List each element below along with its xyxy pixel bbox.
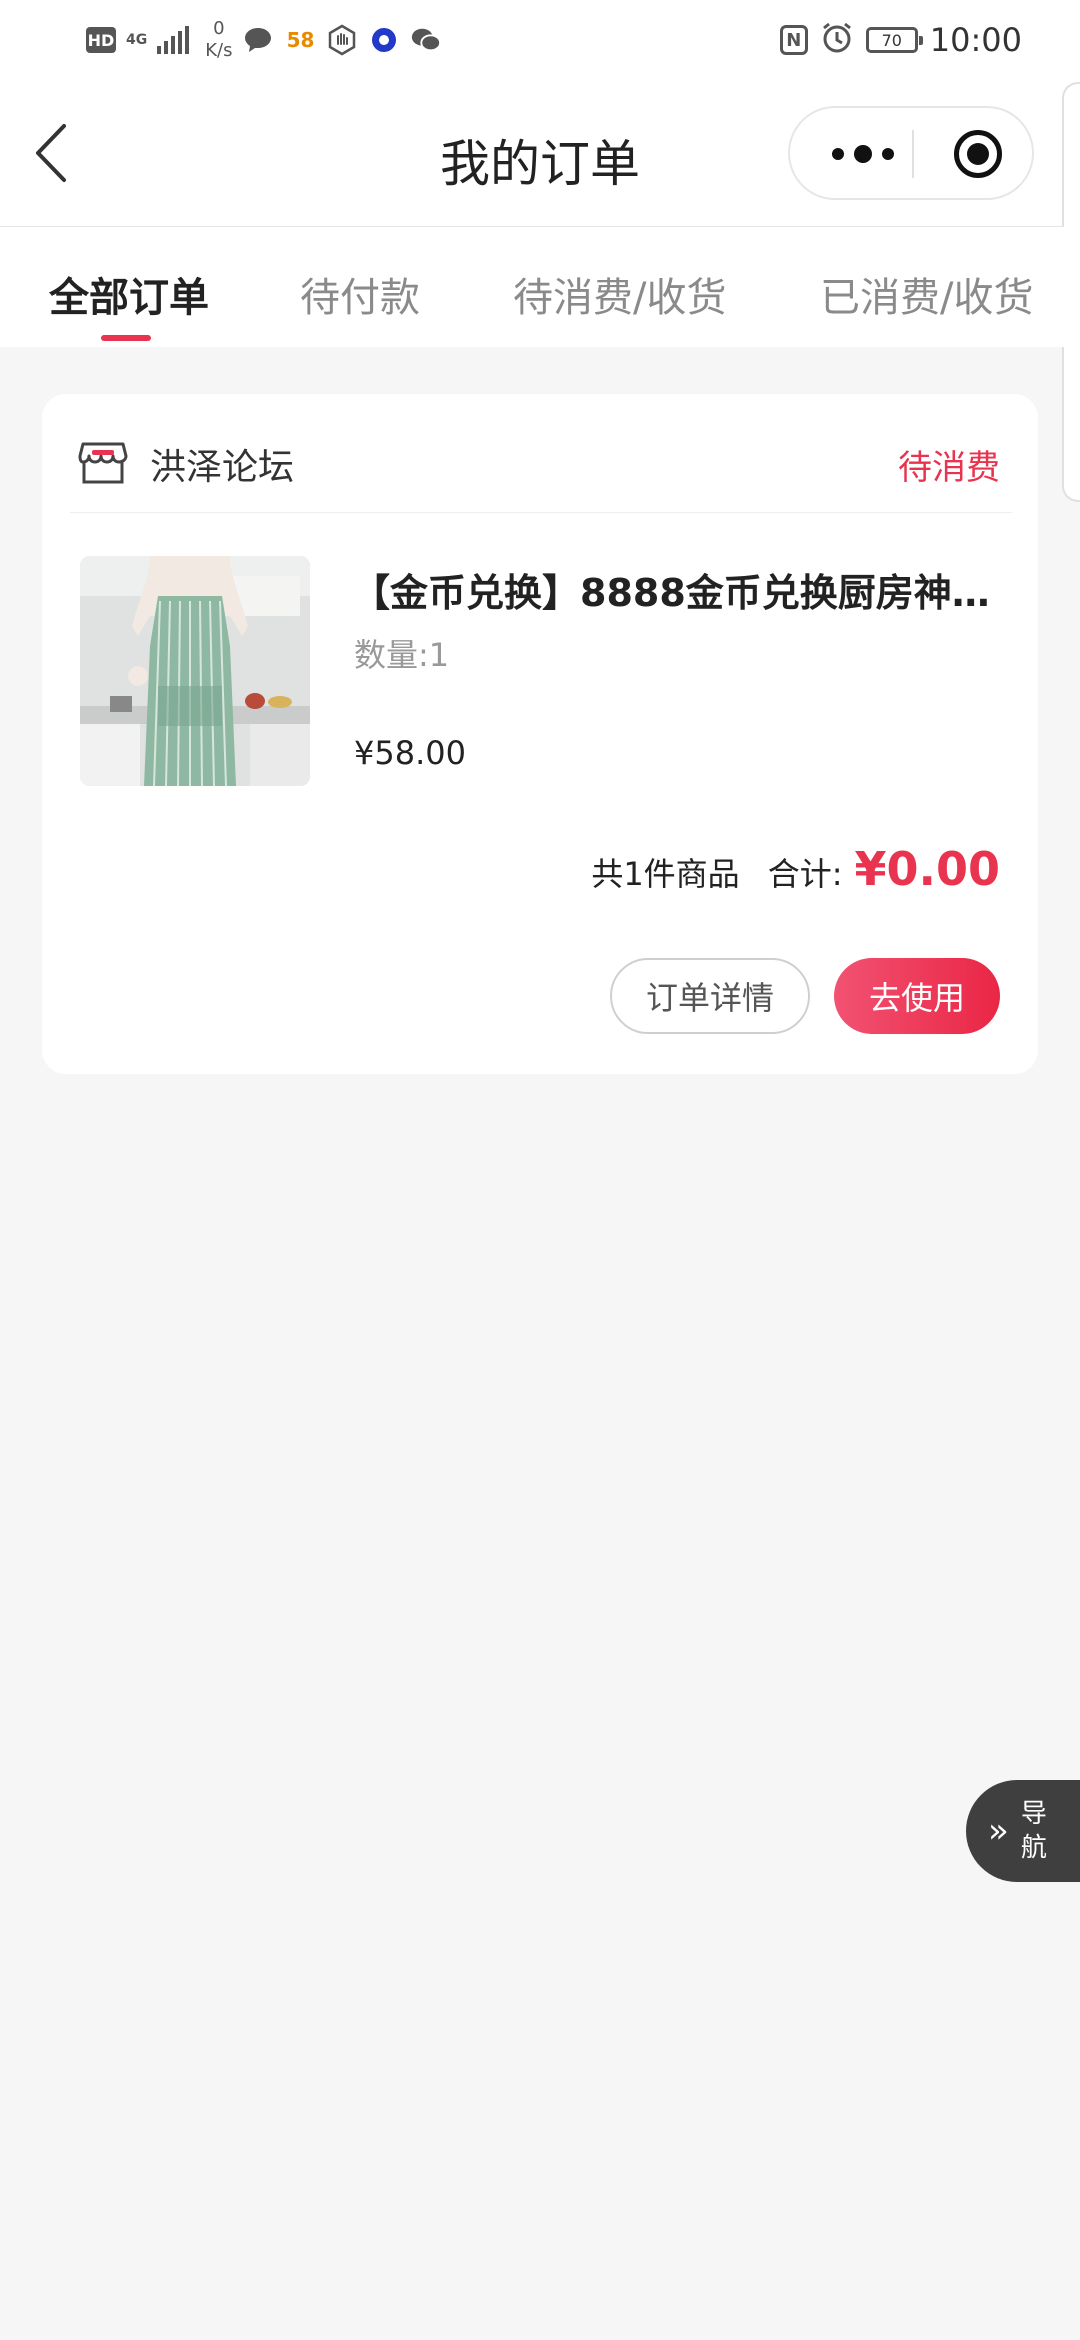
tab-completed[interactable]: 已消费/收货 [820, 265, 1033, 323]
tab-pending-use[interactable]: 待消费/收货 [513, 265, 726, 323]
speed-value: 0 [213, 18, 225, 39]
message-icon [242, 24, 274, 56]
order-summary: 共1件商品 合计: ¥0.00 [591, 842, 1000, 896]
use-button[interactable]: 去使用 [834, 958, 1000, 1034]
order-total: ¥0.00 [854, 842, 1000, 896]
order-card[interactable]: 洪泽论坛 待消费 【金币兑换】8888金币兑换厨房神器围裙 数量:1 ¥58.0… [42, 394, 1038, 1074]
floating-nav-button[interactable]: » 导航 [966, 1780, 1080, 1882]
hand-icon [326, 24, 358, 56]
total-label: 合计: [767, 855, 843, 893]
close-mini-program-button[interactable] [954, 130, 1002, 178]
order-detail-button[interactable]: 订单详情 [610, 958, 810, 1034]
product-title[interactable]: 【金币兑换】8888金币兑换厨房神器围裙 [352, 562, 1002, 617]
shop-name[interactable]: 洪泽论坛 [150, 438, 294, 490]
status-bar-right: N 70 10:00 [779, 18, 1022, 62]
double-chevron-right-icon: » [988, 1811, 1009, 1851]
active-tab-indicator [101, 335, 151, 341]
speed-unit: K/s [205, 40, 233, 61]
capsule-divider [912, 130, 914, 178]
more-options-button[interactable] [818, 138, 908, 170]
wechat-icon [410, 24, 442, 56]
product-image[interactable] [80, 556, 310, 786]
status-bar-left: HD 4G 0 K/s 58 [86, 18, 442, 62]
mini-program-capsule [788, 106, 1034, 200]
battery-icon: 70 [865, 27, 923, 53]
store-icon [78, 440, 128, 486]
item-count: 共1件商品 [591, 855, 740, 893]
58-app-icon: 58 [286, 28, 315, 52]
status-bar: HD 4G 0 K/s 58 N 70 10:00 [0, 0, 1080, 80]
divider [70, 512, 1012, 513]
order-tabs: 全部订单 待付款 待消费/收货 已消费/收货 [0, 227, 1080, 347]
hd-icon: HD [86, 27, 116, 53]
product-quantity: 数量:1 [354, 636, 450, 674]
signal-icon [157, 26, 190, 54]
network-type: 4G [126, 32, 148, 48]
browser-icon [368, 24, 400, 56]
floating-nav-label: 导航 [1020, 1799, 1047, 1863]
nfc-icon: N [779, 25, 808, 55]
network-speed: 0 K/s [205, 18, 232, 62]
nav-bar: 我的订单 [0, 80, 1080, 227]
clock: 10:00 [929, 21, 1022, 59]
product-price: ¥58.00 [354, 734, 466, 772]
alarm-icon [820, 21, 854, 59]
tab-pending-payment[interactable]: 待付款 [300, 265, 420, 323]
tab-all-orders[interactable]: 全部订单 [49, 265, 209, 323]
order-status: 待消费 [898, 448, 1000, 488]
